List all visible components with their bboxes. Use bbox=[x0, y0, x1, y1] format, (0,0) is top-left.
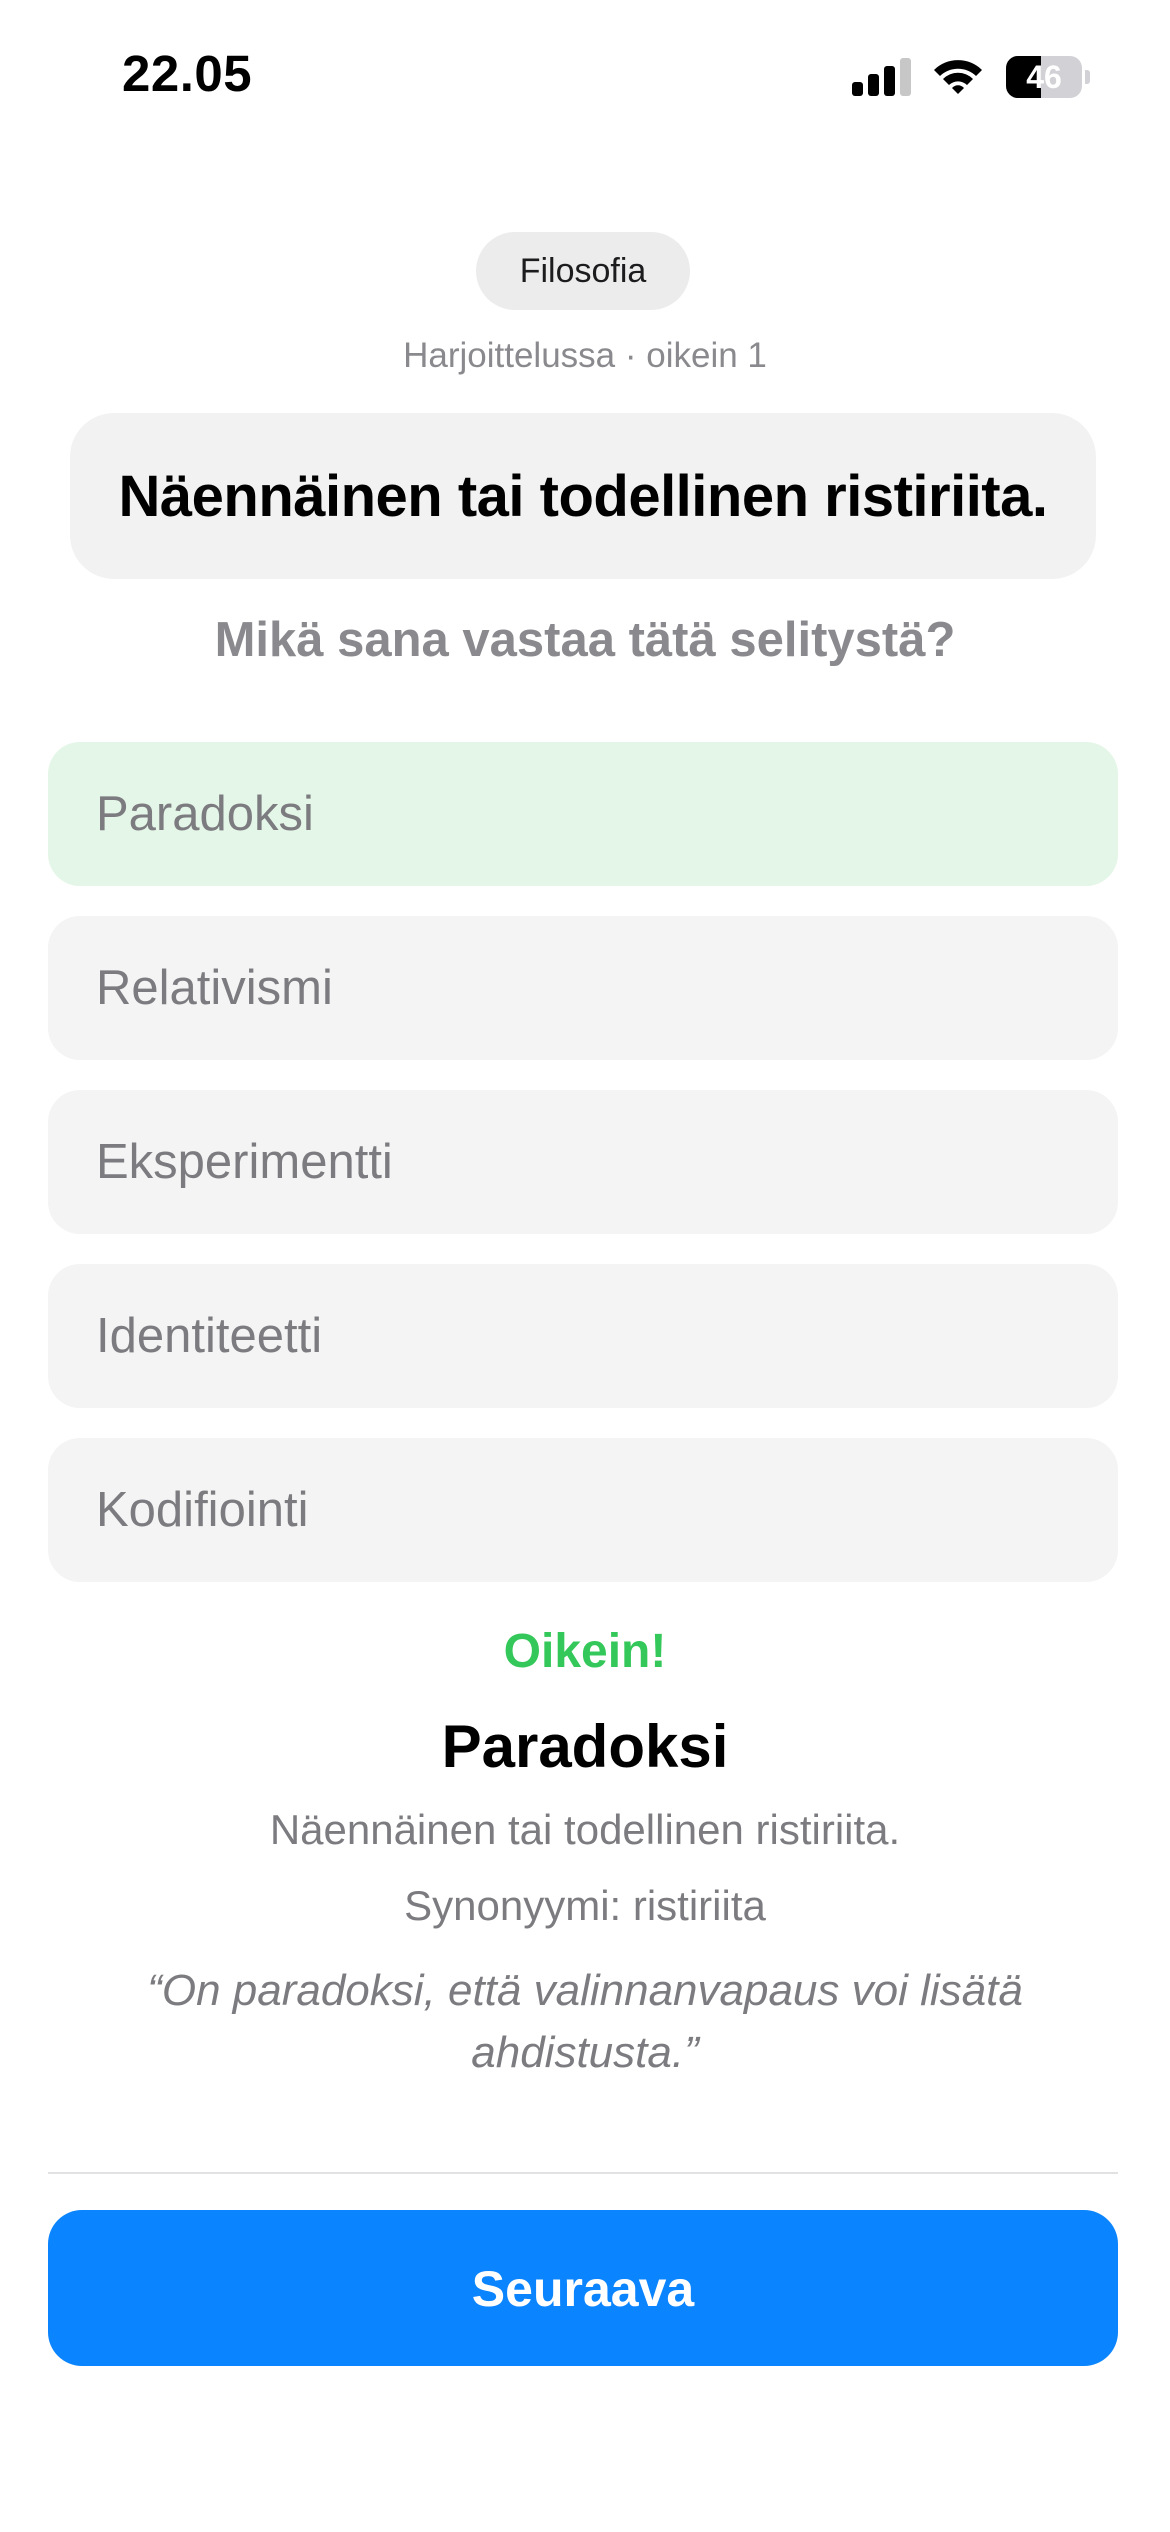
option-label: Paradoksi bbox=[96, 787, 314, 841]
option-identiteetti[interactable]: Identiteetti bbox=[48, 1264, 1118, 1408]
category-pill: Filosofia bbox=[476, 232, 690, 310]
battery-percent: 46 bbox=[1026, 59, 1062, 95]
option-label: Identiteetti bbox=[96, 1309, 323, 1363]
option-relativismi[interactable]: Relativismi bbox=[48, 916, 1118, 1060]
definition-text: Näennäinen tai todellinen ristiriita. bbox=[118, 463, 1048, 529]
feedback-synonym: Synonyymi: ristiriita bbox=[404, 1882, 766, 1929]
option-paradoksi[interactable]: Paradoksi bbox=[48, 742, 1118, 886]
next-button[interactable]: Seuraava bbox=[48, 2210, 1118, 2366]
feedback-example: “On paradoksi, että valinnanvapaus voi l… bbox=[147, 1966, 1023, 2077]
status-time: 22.05 bbox=[122, 45, 253, 102]
option-eksperimentti[interactable]: Eksperimentti bbox=[48, 1090, 1118, 1234]
feedback-definition: Näennäinen tai todellinen ristiriita. bbox=[269, 1806, 901, 1853]
definition-card: Näennäinen tai todellinen ristiriita. bbox=[70, 413, 1096, 579]
progress-text: Harjoittelussa · oikein 1 bbox=[403, 336, 767, 375]
option-label: Relativismi bbox=[96, 961, 333, 1015]
signal-icon bbox=[852, 58, 912, 96]
feedback-word: Paradoksi bbox=[441, 1713, 729, 1780]
option-label: Kodifiointi bbox=[96, 1483, 309, 1537]
divider bbox=[48, 2172, 1118, 2174]
status-bar: 22.05 46 bbox=[0, 0, 1170, 150]
question-text: Mikä sana vastaa tätä selitystä? bbox=[214, 613, 956, 667]
battery-icon: 46 bbox=[1006, 56, 1092, 98]
app-screen: 22.05 46 Filosofia Harjoittelussa · oike… bbox=[0, 0, 1170, 2532]
option-kodifiointi[interactable]: Kodifiointi bbox=[48, 1438, 1118, 1582]
option-label: Eksperimentti bbox=[96, 1135, 393, 1189]
wifi-icon bbox=[934, 60, 982, 94]
feedback-status: Oikein! bbox=[503, 1625, 667, 1678]
